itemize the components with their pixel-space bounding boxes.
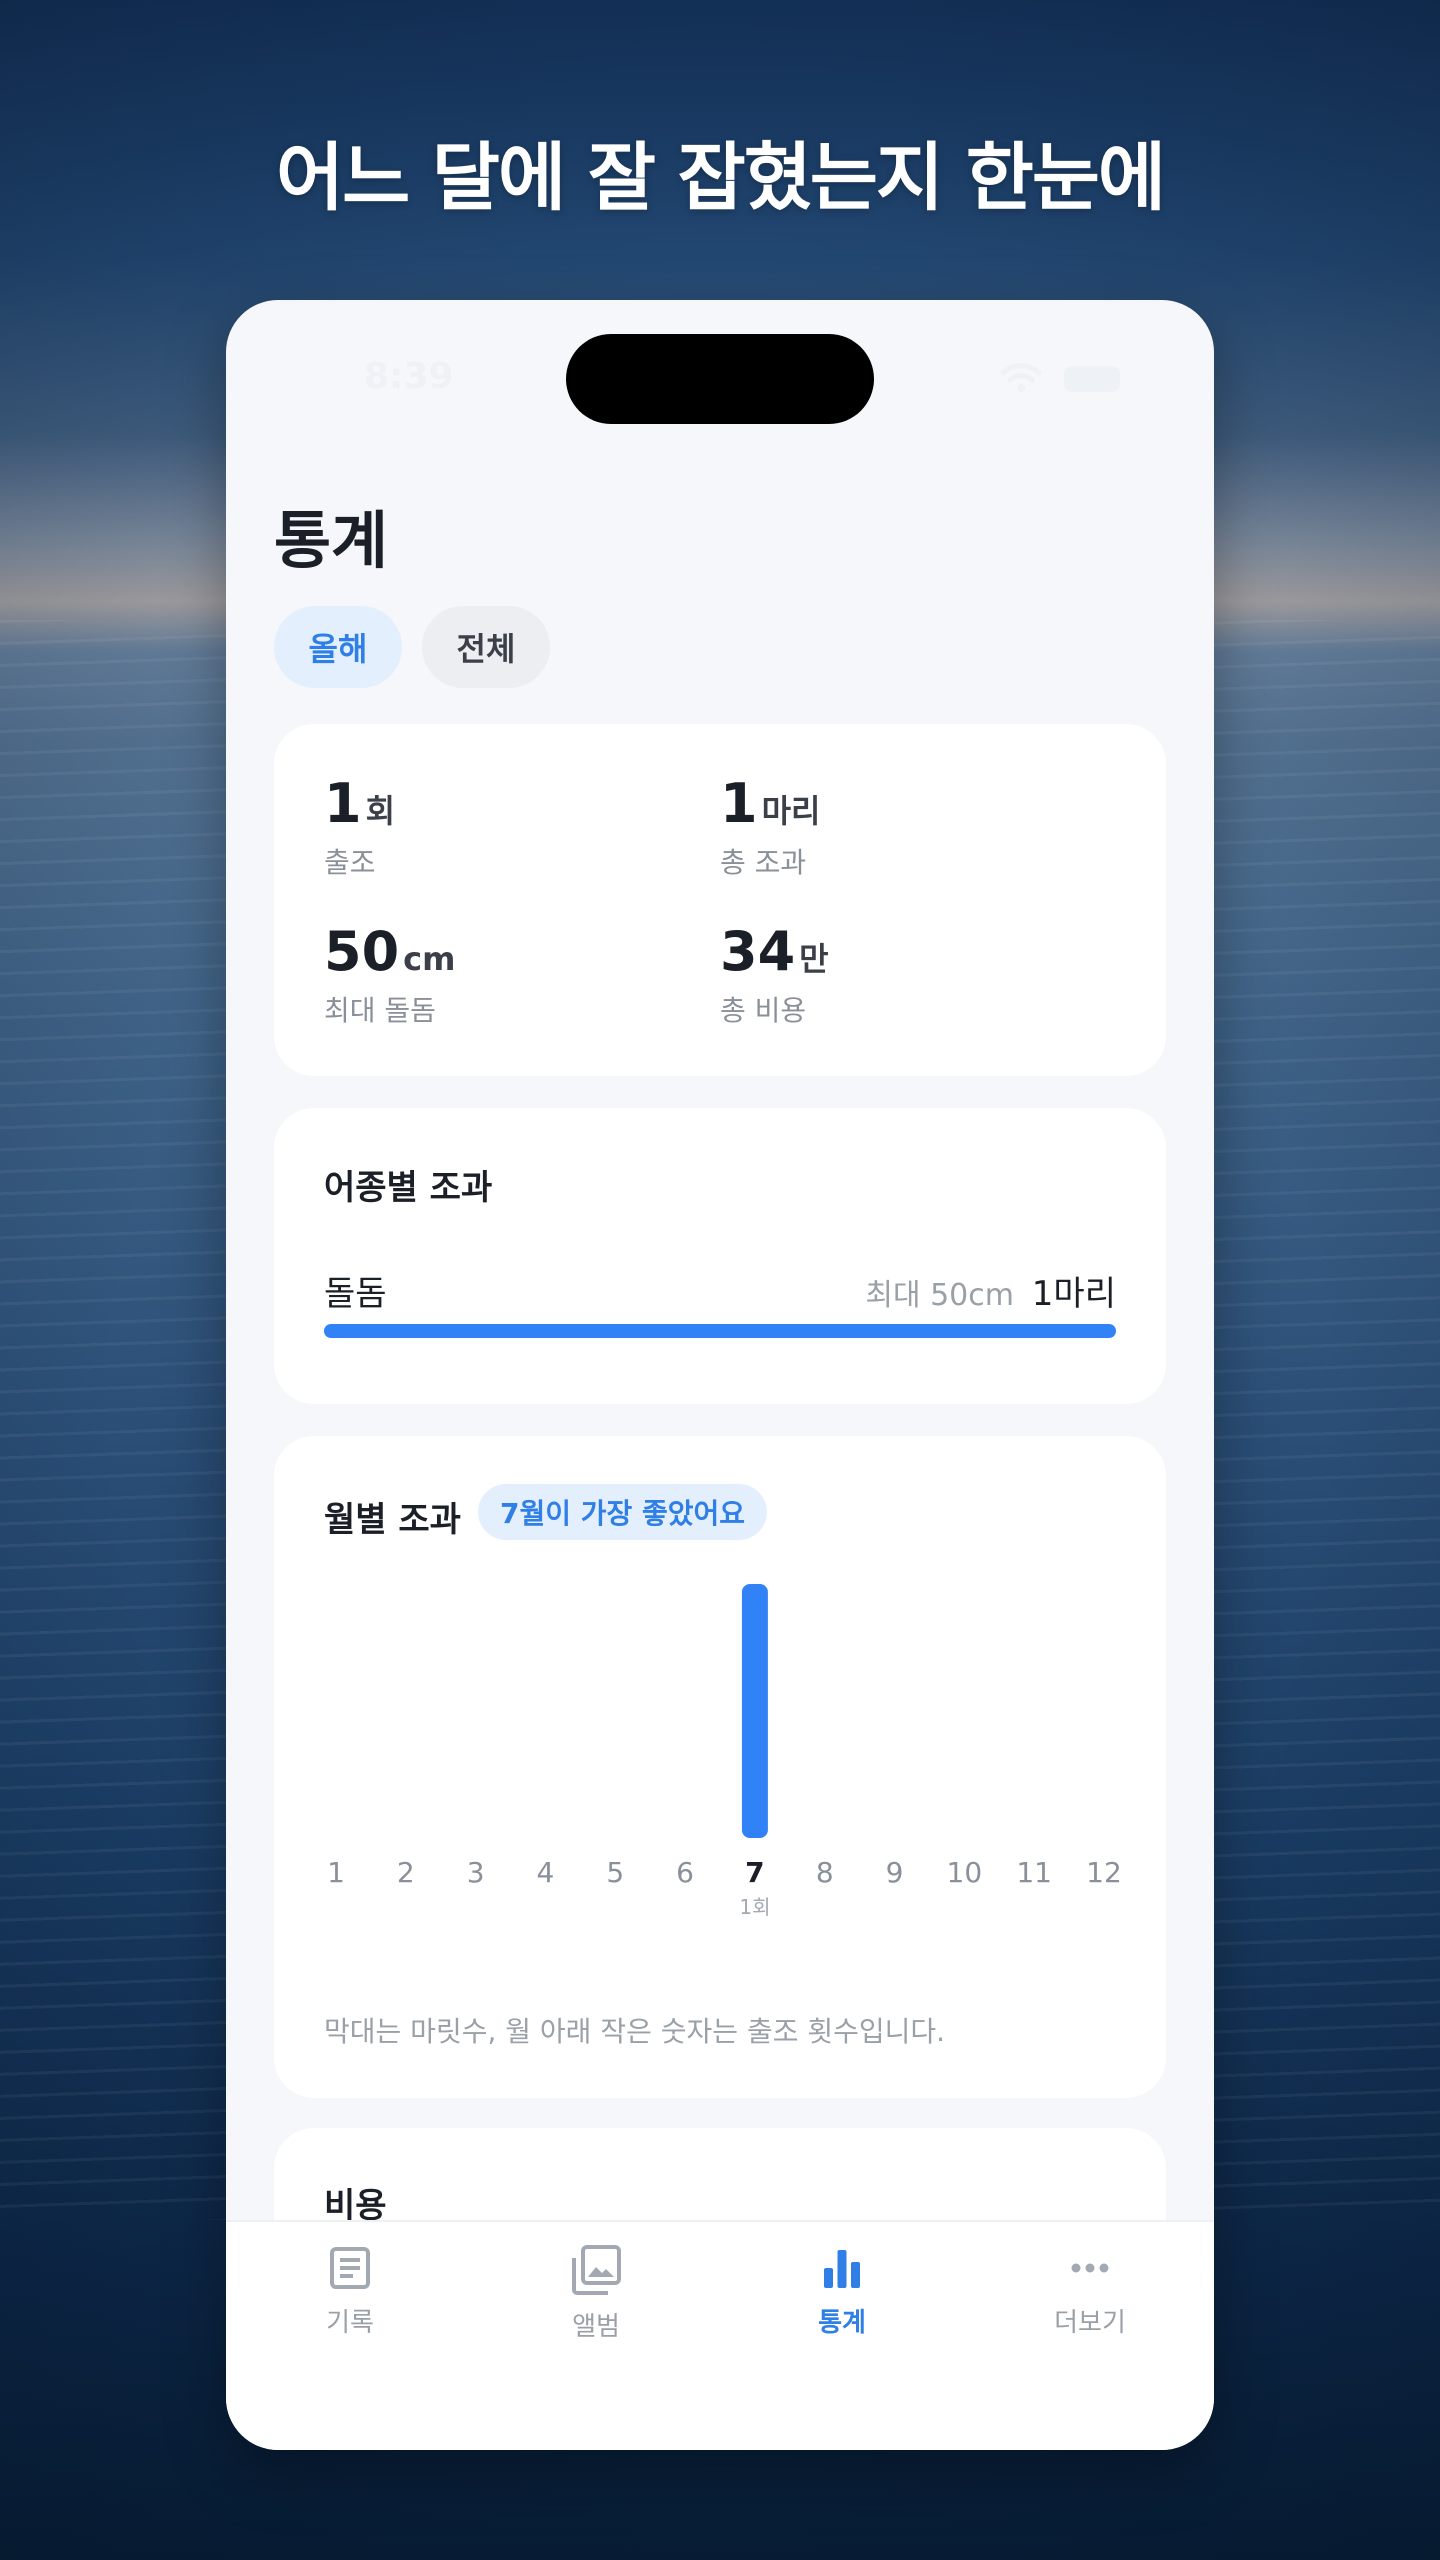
stat-total-catch-value: 1 xyxy=(720,772,758,835)
species-bar-fill xyxy=(324,1324,1116,1338)
month-tick-label: 2 xyxy=(397,1856,415,1889)
month-tick-label: 5 xyxy=(606,1856,624,1889)
month-tick-label: 12 xyxy=(1086,1856,1122,1889)
tab-all[interactable]: 전체 xyxy=(422,606,550,688)
bottom-tab-bar: 기록 앨범 통계 더보기 xyxy=(226,2220,1214,2450)
stat-trips-unit: 회 xyxy=(365,792,396,830)
tabbar-label-records: 기록 xyxy=(326,2308,374,2338)
month-tick-label: 7 xyxy=(745,1856,764,1889)
monthly-bar-chart: 123456171회89101112 xyxy=(327,1584,1122,1919)
battery-icon xyxy=(1064,366,1120,392)
stat-max-size-label: 최대 돌돔 xyxy=(324,994,436,1027)
stat-total-cost-unit: 만 xyxy=(799,940,829,978)
dynamic-island xyxy=(566,334,874,424)
chart-note: 막대는 마릿수, 월 아래 작은 숫자는 출조 횟수입니다. xyxy=(324,2015,946,2048)
species-max-size: 최대 50cm xyxy=(865,1278,1014,1313)
document-icon xyxy=(330,2247,370,2289)
tabbar-item-records[interactable]: 기록 xyxy=(270,2244,430,2339)
tabbar-label-album: 앨범 xyxy=(572,2312,620,2342)
month-tick-label: 1 xyxy=(327,1856,345,1889)
stat-trips: 1회 출조 xyxy=(324,772,395,881)
headline: 어느 달에 잘 잡혔는지 한눈에 xyxy=(275,135,1166,221)
species-name: 돌돔 xyxy=(324,1274,387,1314)
stat-total-catch: 1 마리 총 조과 xyxy=(720,772,820,881)
stat-total-catch-label: 총 조과 xyxy=(720,846,807,879)
best-month-badge: 7월이 가장 좋았어요 xyxy=(478,1484,768,1540)
stat-total-catch-unit: 마리 xyxy=(761,792,821,830)
stat-max-size-unit: cm xyxy=(403,940,456,978)
status-time: 8:39 xyxy=(364,356,454,397)
stat-max-size-value: 50 xyxy=(324,920,400,983)
month-tick-label: 9 xyxy=(886,1856,904,1889)
species-bar-track xyxy=(324,1324,1116,1338)
tab-this-year[interactable]: 올해 xyxy=(274,606,402,688)
stat-total-cost: 34 만 총 비용 xyxy=(720,920,829,1029)
stat-trips-label: 출조 xyxy=(324,846,376,879)
monthly-card-title: 월별 조과 xyxy=(324,1500,461,1540)
page-title: 통계 xyxy=(274,504,389,577)
tabbar-item-album[interactable]: 앨범 xyxy=(516,2244,676,2343)
tabbar-label-more: 더보기 xyxy=(1054,2308,1126,2338)
species-card: 어종별 조과 돌돔 최대 50cm 1마리 xyxy=(274,1108,1166,1404)
stat-total-cost-label: 총 비용 xyxy=(720,994,807,1027)
month-tick-label: 11 xyxy=(1016,1856,1052,1889)
month-tick-label: 8 xyxy=(816,1856,834,1889)
stat-trips-value: 1 xyxy=(324,772,362,835)
stat-max-size: 50 cm 최대 돌돔 xyxy=(324,920,455,1029)
more-icon xyxy=(1071,2263,1109,2273)
monthly-card: 월별 조과 7월이 가장 좋았어요 123456171회89101112 막대는… xyxy=(274,1436,1166,2098)
bar-chart-icon xyxy=(824,2250,860,2288)
month-tick-label: 10 xyxy=(947,1856,983,1889)
phone-screen: 8:39 통계 올해 전체 1회 출조 1 마리 총 조과 50 cm 최대 돌돔 … xyxy=(226,300,1214,2450)
month-trip-count: 1회 xyxy=(739,1895,770,1919)
bar-month-7 xyxy=(741,1584,768,1838)
month-tick-label: 3 xyxy=(467,1856,485,1889)
month-tick-label: 4 xyxy=(537,1856,555,1889)
species-count: 1마리 xyxy=(1031,1274,1116,1314)
summary-card: 1회 출조 1 마리 총 조과 50 cm 최대 돌돔 34 만 총 비용 xyxy=(274,724,1166,1076)
species-card-title: 어종별 조과 xyxy=(324,1168,493,1208)
tabbar-item-more[interactable]: 더보기 xyxy=(1010,2244,1170,2339)
tabbar-label-stats: 통계 xyxy=(818,2308,866,2338)
wifi-icon xyxy=(1000,363,1042,392)
album-icon xyxy=(572,2245,621,2295)
stat-total-cost-value: 34 xyxy=(720,920,796,983)
tabbar-item-stats[interactable]: 통계 xyxy=(762,2244,922,2339)
month-tick-label: 6 xyxy=(676,1856,694,1889)
